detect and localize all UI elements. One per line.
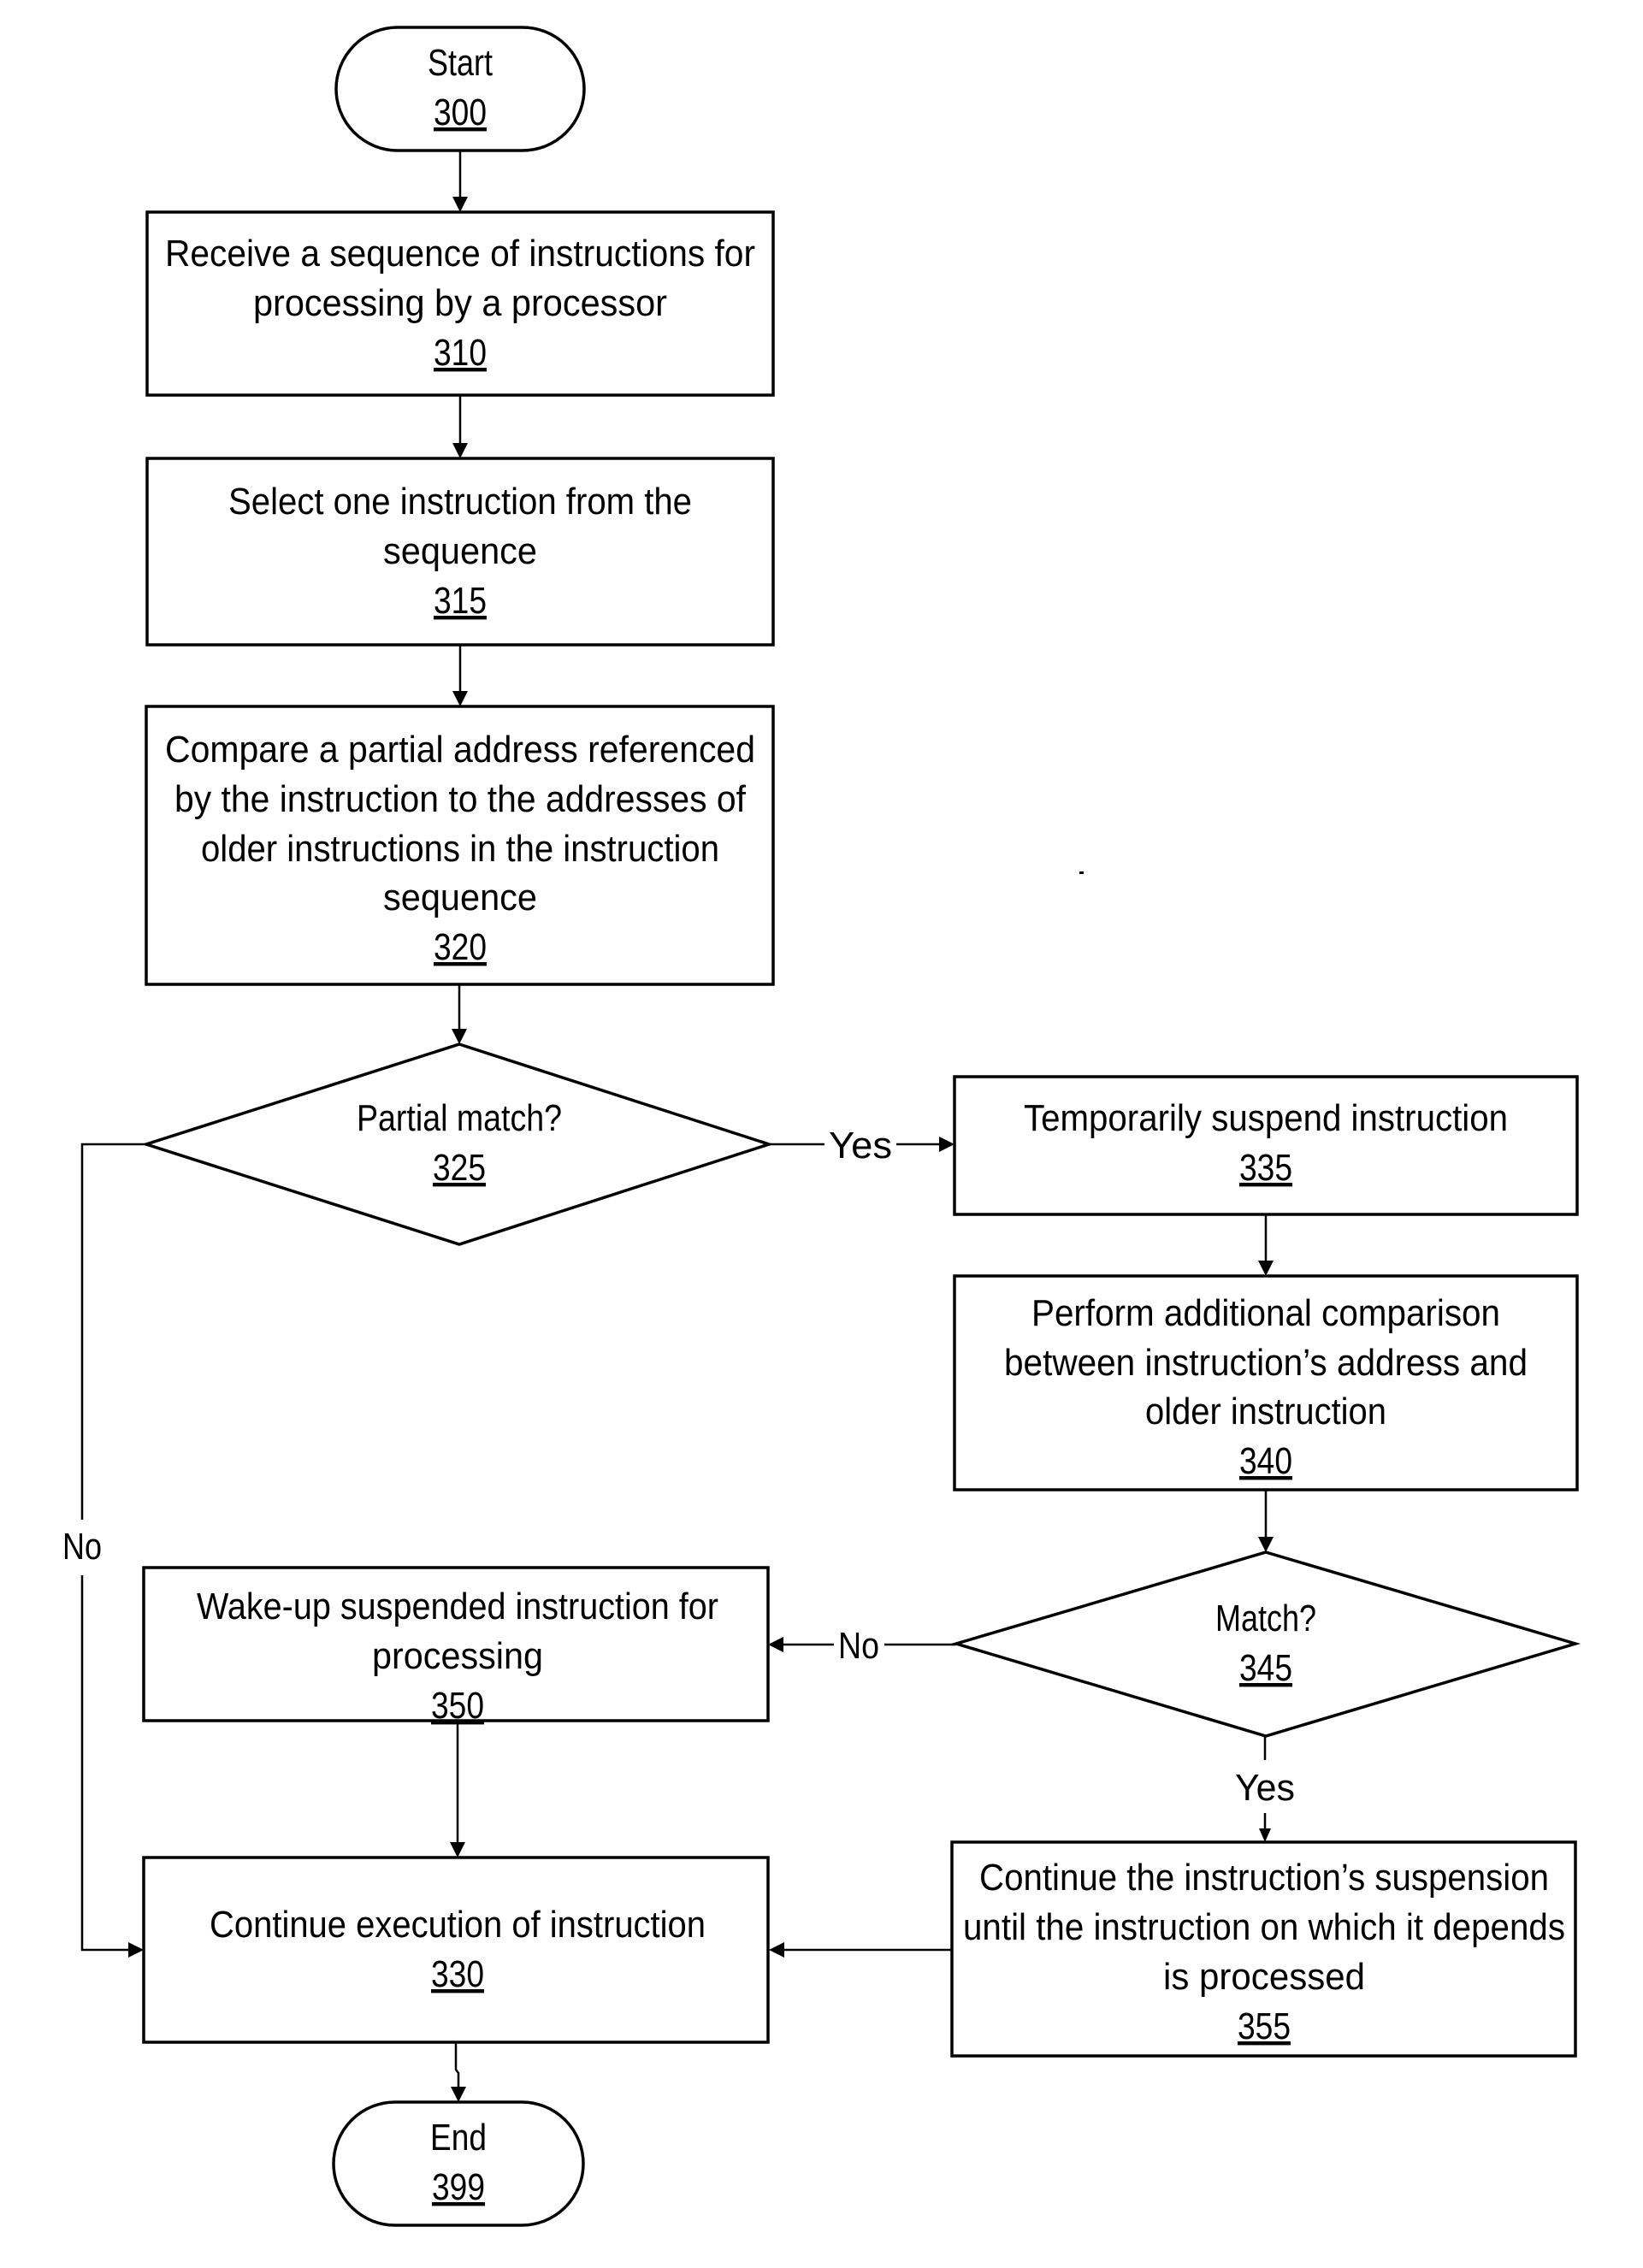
node-ref: 315	[434, 580, 487, 622]
arrowhead-down-icon	[452, 443, 468, 458]
arrowhead-down-icon	[1258, 1261, 1274, 1276]
node-label-line: by the instruction to the addresses of	[174, 778, 747, 820]
node-label: Match?	[1215, 1598, 1316, 1639]
node-325: Partial match? 325	[141, 1042, 774, 1246]
node-ref: 399	[432, 2166, 485, 2208]
node-label-line: processing by a processor	[253, 282, 667, 324]
node-label: Start	[428, 42, 493, 84]
node-label-line: Perform additional comparison	[1031, 1292, 1500, 1334]
node-ref: 330	[431, 1953, 484, 1995]
node-ref: 345	[1239, 1647, 1292, 1689]
arrowhead-down-icon	[450, 1842, 465, 1858]
node-ref: 335	[1239, 1147, 1292, 1189]
node-label-line: Receive a sequence of instructions for	[165, 233, 755, 275]
node-label-line: processing	[372, 1635, 543, 1677]
node-label-line: older instruction	[1145, 1391, 1386, 1432]
decision-shape	[950, 1550, 1581, 1738]
node-label: End	[430, 2117, 487, 2159]
node-label-line: older instructions in the instruction	[201, 828, 719, 870]
node-label: Continue execution of instruction	[210, 1904, 706, 1946]
edge-label-345-no: No	[838, 1625, 879, 1667]
node-label-line: is processed	[1163, 1956, 1365, 1998]
node-label: Temporarily suspend instruction	[1024, 1097, 1508, 1139]
edge-label-325-yes: Yes	[829, 1125, 892, 1166]
node-355: Continue the instruction’s suspension un…	[950, 1840, 1577, 2058]
node-ref: 300	[434, 92, 487, 133]
arrowhead-down-icon	[1259, 1828, 1271, 1842]
node-330: Continue execution of instruction 330	[142, 1856, 770, 2044]
connector-325-no-a	[80, 1143, 146, 1520]
edge-label-325-no: No	[62, 1526, 102, 1568]
node-ref: 320	[434, 926, 487, 968]
node-label: Partial match?	[357, 1097, 562, 1139]
arrowhead-left-icon	[769, 1942, 784, 1958]
node-label-line: sequence	[383, 530, 537, 572]
node-label-line: Continue the instruction’s suspension	[979, 1857, 1549, 1899]
node-335: Temporarily suspend instruction 335	[953, 1075, 1579, 1216]
node-350: Wake-up suspended instruction for proces…	[142, 1566, 770, 1727]
node-label-line: sequence	[383, 877, 537, 918]
node-start: Start 300	[334, 26, 586, 152]
arrowhead-right-icon	[939, 1137, 954, 1152]
node-label-line: Wake-up suspended instruction for	[197, 1586, 718, 1627]
node-ref: 350	[431, 1685, 484, 1727]
arrowhead-left-icon	[768, 1637, 783, 1652]
node-label-line: Select one instruction from the	[228, 481, 692, 523]
decision-shape	[141, 1042, 774, 1246]
scan-speck	[1079, 871, 1084, 874]
node-ref: 325	[433, 1147, 486, 1189]
node-end: End 399	[332, 2100, 585, 2227]
arrowhead-down-icon	[1258, 1537, 1274, 1552]
connector-330-end	[454, 2042, 460, 2088]
node-320: Compare a partial address referenced by …	[145, 705, 775, 986]
arrowhead-down-icon	[452, 1029, 467, 1044]
node-340: Perform additional comparison between in…	[953, 1274, 1579, 1491]
arrowhead-right-icon	[128, 1942, 144, 1958]
arrowhead-down-icon	[452, 197, 468, 212]
arrowhead-down-icon	[452, 691, 468, 706]
flowchart-canvas: Yes No No Yes Start 300 Receive a sequen…	[62, 26, 1581, 2227]
node-ref: 355	[1238, 2005, 1291, 2047]
connector-325-no-b	[80, 1575, 130, 1952]
node-label-line: Compare a partial address referenced	[165, 729, 755, 771]
arrowhead-down-icon	[451, 2087, 466, 2102]
node-ref: 340	[1239, 1440, 1292, 1482]
node-label-line: until the instruction on which it depend…	[963, 1906, 1565, 1948]
edge-label-345-yes: Yes	[1235, 1767, 1295, 1809]
node-ref: 310	[434, 332, 487, 374]
node-310: Receive a sequence of instructions for p…	[145, 210, 775, 397]
node-345: Match? 345	[950, 1550, 1581, 1738]
process-shape	[142, 1856, 770, 2044]
node-315: Select one instruction from the sequence…	[145, 457, 775, 647]
node-label-line: between instruction’s address and	[1004, 1342, 1528, 1384]
